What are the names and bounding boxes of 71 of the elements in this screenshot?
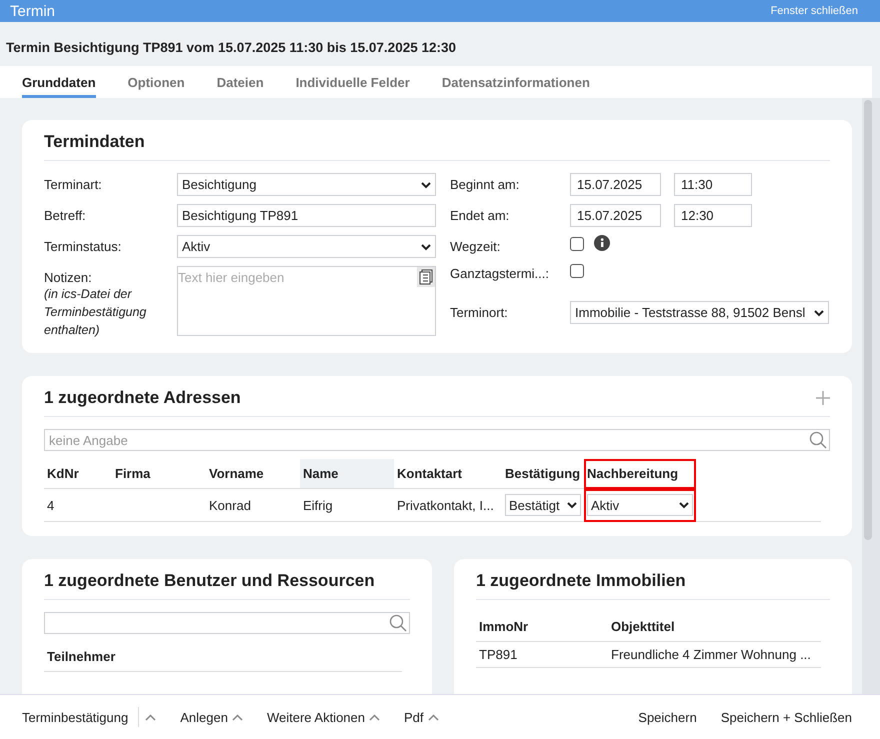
column-header[interactable]: Bestätigung [502,459,584,488]
time-field[interactable]: 12:30 [674,204,752,227]
table-cell: 4 [47,498,54,512]
time-field[interactable]: 11:30 [674,173,752,196]
search-icon [809,431,827,449]
save-button[interactable]: Speichern [638,710,703,724]
field-label: Notizen: [44,269,93,285]
scrollbar-thumb[interactable] [864,100,872,540]
field-label: Wegzeit: [450,238,502,254]
select-field[interactable]: Aktiv [587,494,693,516]
window-title: Termin [10,2,56,20]
date-field[interactable]: 15.07.2025 [570,173,661,196]
card-title: 1 zugeordnete Adressen [44,388,241,408]
checkbox[interactable] [570,264,584,278]
column-header[interactable]: Nachbereitung [584,459,696,488]
select-field[interactable]: Aktiv [177,235,436,258]
date-field[interactable]: 15.07.2025 [570,204,661,227]
table-cell: Privatkontakt, I... [397,498,494,512]
chevron-down-icon [814,308,824,316]
column-header[interactable]: Teilnehmer [44,642,402,672]
notes-icon[interactable] [417,267,435,287]
page-heading: Termin Besichtigung TP891 vom 15.07.2025 11:30 bis 15.07.2025 12:30 [5,38,457,57]
card-title: Termindaten [44,132,145,152]
checkbox[interactable] [570,237,584,251]
field-label: Betreff: [44,207,87,223]
tab[interactable]: Grunddaten [22,66,96,98]
card-title: 1 zugeordnete Benutzer und Ressourcen [44,571,375,591]
column-header[interactable]: Objekttitel [608,612,821,642]
column-header[interactable]: Firma [112,459,206,488]
field-label: Terminort: [450,304,509,320]
field-label: Ganztagstermi...: [450,265,550,281]
input-field[interactable]: Besichtigung TP891 [177,204,436,227]
select-field[interactable]: Immobilie - Teststrasse 88, 91502 Bensl [570,301,829,324]
table-cell: Eifrig [303,498,333,512]
select-field[interactable]: Bestätigt [505,494,581,516]
chevron-down-icon [679,501,689,509]
field-label: Endet am: [450,207,510,223]
save-button[interactable]: Speichern + Schließen [720,710,858,724]
search-field[interactable] [44,612,410,634]
table-cell: Konrad [209,498,251,512]
tab[interactable]: Dateien [216,66,264,98]
menu-button[interactable]: Terminbestätigung [22,707,162,727]
card-title: 1 zugeordnete Immobilien [476,571,686,591]
chevron-down-icon [567,501,577,509]
field-label: Terminart: [44,176,103,192]
column-header[interactable]: Name [300,459,394,488]
field-label: Beginnt am: [450,176,520,192]
chevron-up-icon [145,714,156,720]
column-header[interactable]: KdNr [44,459,112,488]
search-icon [389,614,407,632]
column-header[interactable]: ImmoNr [476,612,608,642]
menu-button[interactable]: Anlegen [180,710,249,724]
column-header[interactable]: Kontaktart [394,459,502,488]
chevron-down-icon [421,180,431,188]
placeholder-text: Text hier eingeben [178,270,284,285]
menu-button[interactable]: Weitere Aktionen [266,710,386,724]
table-cell: TP891 [479,647,518,662]
placeholder-text: keine Angabe [49,432,128,448]
table-cell: Freundliche 4 Zimmer Wohnung ... [611,647,811,662]
menu-button[interactable]: Pdf [404,710,445,724]
chevron-up-icon [232,714,243,720]
chevron-up-icon [369,714,380,720]
field-note: (in ics-Datei der Terminbestätigung enthalten) [44,286,148,339]
chevron-up-icon [428,714,439,720]
info-icon[interactable] [594,235,610,251]
tab[interactable]: Datensatzinformationen [442,66,590,98]
chevron-down-icon [421,242,431,250]
field-label: Terminstatus: [44,238,122,254]
tab[interactable]: Optionen [128,66,185,98]
select-field[interactable]: Besichtigung [177,173,436,196]
tab[interactable]: Individuelle Felder [296,66,410,98]
